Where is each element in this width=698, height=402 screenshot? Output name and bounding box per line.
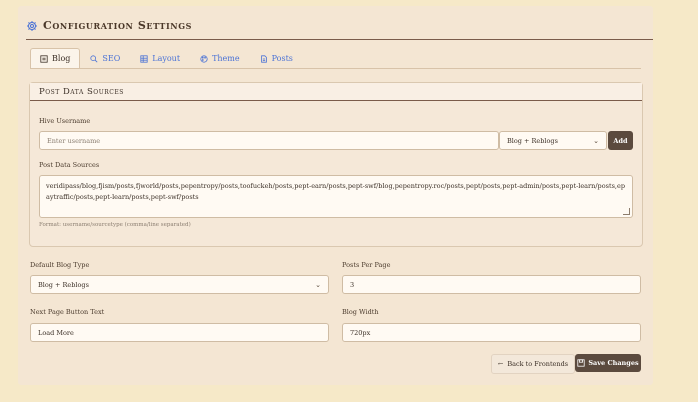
- tab-blog[interactable]: Blog: [30, 48, 81, 69]
- tab-label: SEO: [102, 54, 121, 63]
- hive-username-label: Hive Username: [39, 117, 91, 125]
- textarea-value: veridipass/blog,fjism/posts,fjworld/post…: [46, 182, 625, 201]
- tab-bar: Blog SEO Layout Theme Posts: [30, 48, 303, 69]
- default-blog-type-label: Default Blog Type: [30, 261, 90, 269]
- chevron-down-icon: ⌄: [315, 280, 321, 289]
- back-to-frontends-button[interactable]: ← Back to Frontends: [491, 354, 575, 374]
- palette-icon: [200, 54, 208, 63]
- blog-width-input[interactable]: 720px: [342, 323, 641, 342]
- save-changes-button[interactable]: Save Changes: [575, 354, 641, 372]
- save-label: Save Changes: [588, 359, 639, 367]
- posts-per-page-input[interactable]: 3: [342, 275, 641, 294]
- page-title: Configuration Settings: [43, 19, 193, 32]
- tab-label: Layout: [152, 54, 181, 63]
- post-sources-label: Post Data Sources: [39, 161, 100, 169]
- chevron-down-icon: ⌄: [593, 136, 599, 145]
- hive-username-input[interactable]: Enter username: [39, 131, 499, 150]
- tab-layout[interactable]: Layout: [130, 48, 190, 69]
- grid-icon: [140, 54, 148, 63]
- source-type-select[interactable]: Blog + Reblogs ⌄: [499, 131, 607, 150]
- arrow-left-icon: ←: [497, 360, 504, 368]
- tab-theme[interactable]: Theme: [190, 48, 250, 69]
- add-button[interactable]: Add: [608, 131, 633, 150]
- posts-per-page-label: Posts Per Page: [342, 261, 391, 269]
- next-page-input[interactable]: Load More: [30, 323, 329, 342]
- document-icon: [260, 54, 267, 63]
- gear-icon: [27, 20, 37, 31]
- post-sources-textarea[interactable]: veridipass/blog,fjism/posts,fjworld/post…: [39, 175, 633, 218]
- tab-label: Posts: [271, 54, 293, 63]
- blog-width-label: Blog Width: [342, 308, 379, 316]
- settings-panel: Configuration Settings Blog SEO Layout T…: [18, 6, 653, 385]
- card-title: Post Data Sources: [30, 83, 642, 101]
- save-icon: [577, 359, 585, 367]
- resize-handle[interactable]: [623, 208, 630, 215]
- tab-seo[interactable]: SEO: [80, 48, 130, 69]
- select-value: Blog + Reblogs: [507, 136, 558, 145]
- back-label: Back to Frontends: [507, 360, 569, 368]
- tab-label: Blog: [52, 54, 71, 63]
- post-data-sources-card: Post Data Sources Hive Username Enter us…: [29, 82, 643, 247]
- tab-posts[interactable]: Posts: [250, 48, 303, 69]
- panel-header: Configuration Settings: [26, 12, 653, 40]
- tab-divider: [30, 68, 641, 69]
- default-blog-type-select[interactable]: Blog + Reblogs ⌄: [30, 275, 329, 294]
- search-icon: [90, 54, 98, 62]
- next-page-label: Next Page Button Text: [30, 308, 105, 316]
- select-value: Blog + Reblogs: [38, 280, 89, 289]
- format-hint: Format: username/sourcetype (comma/line …: [39, 222, 191, 228]
- blog-icon: [40, 54, 48, 63]
- tab-label: Theme: [212, 54, 240, 63]
